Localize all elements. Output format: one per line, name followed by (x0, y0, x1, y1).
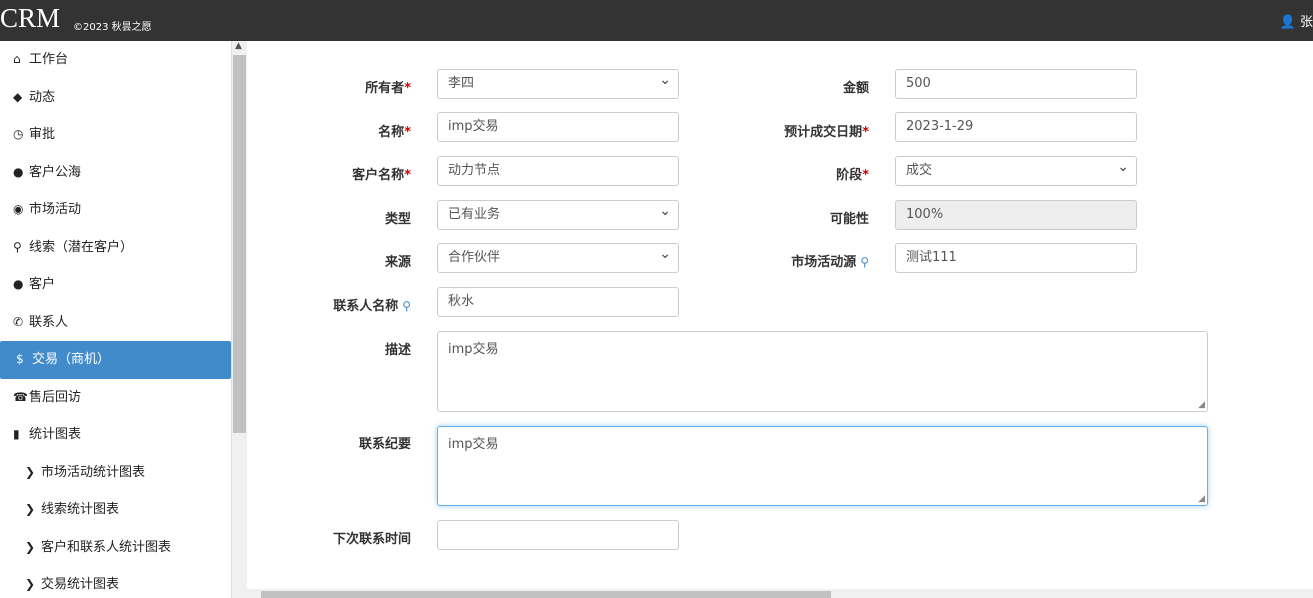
customer-name-label: 客户名称* (352, 168, 411, 183)
sidebar-item-customer[interactable]: ● 客户 (0, 266, 231, 304)
sidebar-item-transaction-chart[interactable]: ❯ 交易统计图表 (0, 566, 231, 598)
sidebar-item-clue-chart[interactable]: ❯ 线索统计图表 (0, 491, 231, 529)
sidebar-item-transaction[interactable]: $ 交易（商机） (0, 341, 231, 379)
description-label: 描述 (384, 343, 411, 358)
sidebar: ⌂ 工作台 ◆ 动态 ◷ 审批 ● 客户公海 ◉ 市场活动 ⚲ 线索（潜在客户） ● 客户 ✆… (0, 41, 232, 598)
sidebar-item-contacts[interactable]: ✆ 联系人 (0, 304, 231, 342)
sidebar-item-label: 统计图表 (29, 427, 82, 442)
chevron-right-icon: ❯ (25, 539, 36, 554)
possibility-input: 100% (895, 200, 1137, 230)
dollar-icon: $ (16, 352, 24, 366)
source-label: 来源 (384, 255, 411, 270)
sidebar-item-workbench[interactable]: ⌂ 工作台 (0, 41, 231, 79)
activity-source-input[interactable]: 测试111 (895, 243, 1137, 273)
name-input[interactable]: imp交易 (437, 112, 679, 142)
user-name: 张 (1299, 15, 1313, 30)
sidebar-item-label: 客户公海 (29, 164, 82, 180)
user-icon: ● (13, 164, 24, 179)
sidebar-item-label: 动态 (29, 89, 56, 105)
scrollbar-thumb[interactable] (261, 591, 831, 598)
chevron-right-icon: ❯ (25, 577, 36, 591)
sidebar-item-customer-pool[interactable]: ● 客户公海 (0, 154, 231, 192)
amount-label: 金额 (842, 81, 869, 96)
stage-label: 阶段* (836, 168, 869, 183)
contact-name-input[interactable]: 秋水 (437, 287, 679, 317)
source-select[interactable]: 合作伙伴 (437, 240, 679, 273)
play-circle-icon: ◉ (13, 202, 24, 216)
sidebar-item-clues[interactable]: ⚲ 线索（潜在客户） (0, 229, 231, 267)
expected-date-input[interactable]: 2023-1-29 (895, 112, 1137, 142)
sidebar-item-approval[interactable]: ◷ 审批 (0, 116, 231, 154)
sidebar-item-activity[interactable]: ◆ 动态 (0, 79, 231, 117)
tag-icon: ◆ (13, 89, 23, 104)
next-contact-time-input[interactable] (437, 520, 679, 550)
sidebar-item-label: 工作台 (29, 52, 69, 67)
possibility-label: 可能性 (829, 212, 869, 227)
owner-select[interactable]: 李四 (437, 66, 679, 99)
resize-grip-icon[interactable]: ◢ (1198, 400, 1205, 410)
activity-source-label: 市场活动源 ⚲ (791, 255, 869, 270)
contact-name-label: 联系人名称 ⚲ (333, 299, 411, 314)
top-navbar: CRM ©2023 秋昙之愿 👤 张 (0, 0, 1313, 41)
type-label: 类型 (384, 212, 411, 227)
scrollbar-thumb[interactable] (233, 55, 246, 433)
resize-grip-icon[interactable]: ◢ (1198, 494, 1205, 504)
sidebar-item-market-activity[interactable]: ◉ 市场活动 (0, 191, 231, 229)
search-icon: ⚲ (13, 239, 22, 254)
sidebar-item-label: 市场活动 (29, 202, 82, 217)
sidebar-item-label: 交易统计图表 (41, 577, 120, 592)
stage-select[interactable]: 成交 (895, 153, 1137, 186)
home-icon: ⌂ (13, 52, 21, 66)
copyright-text: ©2023 秋昙之愿 (73, 22, 152, 33)
user-menu[interactable]: 👤 张 (1280, 11, 1313, 30)
sidebar-item-statistics[interactable]: ▮ 统计图表 (0, 416, 231, 454)
sidebar-item-label: 市场活动统计图表 (41, 464, 146, 480)
search-icon[interactable]: ⚲ (860, 255, 869, 269)
chevron-right-icon: ❯ (25, 464, 36, 479)
chevron-right-icon: ❯ (25, 502, 36, 516)
description-textarea[interactable]: imp交易 ◢ (437, 331, 1208, 412)
search-icon[interactable]: ⚲ (402, 299, 411, 313)
phone-alt-icon: ☎ (13, 389, 28, 404)
contact-summary-text: imp交易 (448, 437, 499, 452)
user-icon: ● (13, 277, 24, 291)
stats-icon: ▮ (13, 427, 20, 441)
customer-name-input[interactable]: 动力节点 (437, 156, 679, 186)
contact-summary-label: 联系纪要 (358, 437, 411, 452)
description-text: imp交易 (448, 342, 499, 357)
sidebar-scrollbar[interactable]: ▲ (232, 41, 247, 598)
contact-summary-textarea[interactable]: imp交易 ◢ (437, 426, 1208, 506)
amount-input[interactable]: 500 (895, 69, 1137, 99)
sidebar-item-label: 联系人 (29, 314, 69, 330)
brand-logo[interactable]: CRM (0, 3, 60, 34)
expected-date-label: 预计成交日期* (784, 125, 869, 140)
sidebar-item-customer-chart[interactable]: ❯ 客户和联系人统计图表 (0, 529, 231, 567)
user-icon: 👤 (1279, 15, 1296, 30)
sidebar-item-label: 审批 (29, 127, 56, 142)
sidebar-item-label: 客户 (29, 277, 56, 292)
name-label: 名称* (378, 125, 411, 140)
main-horizontal-scrollbar[interactable] (247, 589, 1313, 598)
scroll-up-icon[interactable]: ▲ (235, 41, 242, 51)
sidebar-item-label: 售后回访 (29, 389, 82, 405)
type-select[interactable]: 已有业务 (437, 197, 679, 230)
sidebar-item-activity-chart[interactable]: ❯ 市场活动统计图表 (0, 454, 231, 492)
transaction-form: 所有者* 李四 金额 500 名称* imp交易 预计成交日期* 2023-1-… (247, 41, 1313, 598)
sidebar-item-label: 客户和联系人统计图表 (41, 539, 172, 555)
sidebar-item-label: 线索（潜在客户） (29, 239, 134, 255)
sidebar-item-after-sales[interactable]: ☎售后回访 (0, 379, 231, 417)
next-contact-time-label: 下次联系时间 (332, 532, 411, 547)
sidebar-item-label: 交易（商机） (32, 352, 111, 367)
clock-icon: ◷ (13, 127, 24, 141)
sidebar-item-label: 线索统计图表 (41, 502, 120, 517)
owner-label: 所有者* (365, 81, 411, 96)
phone-icon: ✆ (13, 314, 24, 329)
